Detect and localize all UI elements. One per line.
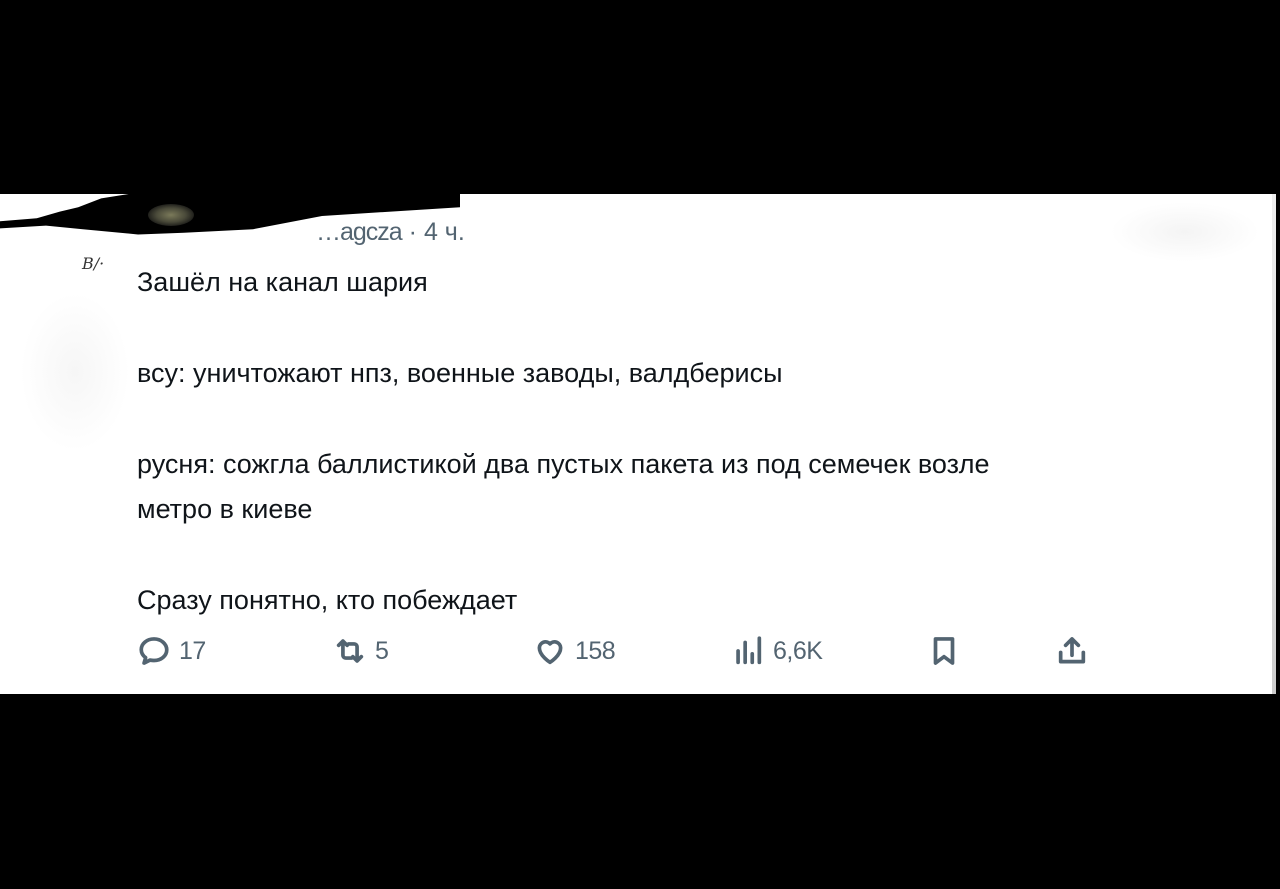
- action-bar: 17 5 158 6,6K: [137, 634, 1097, 674]
- tweet-card: …agcza · 4 ч. B/· Зашёл на канал шария в…: [0, 194, 1276, 694]
- share-icon: [1058, 637, 1086, 664]
- views-button[interactable]: 6,6K: [731, 634, 823, 668]
- tweet-line: Зашёл на канал шария: [137, 267, 428, 297]
- author-handle[interactable]: …agcza: [316, 218, 403, 246]
- tweet-line: метро в киеве: [137, 494, 313, 524]
- tweet-meta: …agcza · 4 ч.: [316, 218, 465, 247]
- heart-icon: [537, 640, 563, 665]
- repost-icon: [336, 639, 364, 663]
- avatar-fragment: [148, 204, 194, 226]
- bookmark-icon: [933, 637, 955, 665]
- like-count: 158: [575, 636, 616, 665]
- tweet-line: Сразу понятно, кто побеждает: [137, 585, 518, 615]
- reply-count: 17: [179, 636, 206, 665]
- background-smudge: [1110, 202, 1260, 262]
- bookmark-button[interactable]: [927, 634, 961, 668]
- tweet-time[interactable]: 4 ч.: [424, 218, 465, 246]
- tweet-line: всу: уничтожают нпз, военные заводы, вал…: [137, 358, 783, 388]
- reply-icon: [139, 637, 169, 665]
- scribble-mark: B/·: [82, 254, 105, 273]
- views-icon: [736, 636, 762, 665]
- reply-button[interactable]: 17: [137, 634, 206, 668]
- share-button[interactable]: [1055, 634, 1089, 668]
- meta-separator: ·: [408, 218, 417, 246]
- like-button[interactable]: 158: [533, 634, 616, 668]
- tweet-text: Зашёл на канал шария всу: уничтожают нпз…: [137, 260, 1237, 623]
- tweet-line: русня: сожгла баллистикой два пустых пак…: [137, 449, 990, 479]
- repost-button[interactable]: 5: [333, 634, 389, 668]
- avatar-ghost: [20, 292, 130, 452]
- views-count: 6,6K: [773, 636, 823, 665]
- repost-count: 5: [375, 636, 389, 665]
